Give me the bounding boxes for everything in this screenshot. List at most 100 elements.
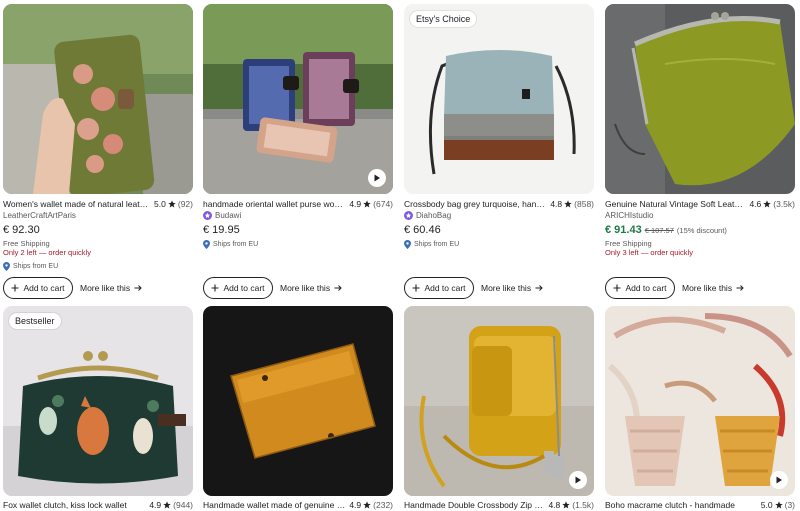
price-row: € 92.30 [3, 224, 40, 236]
rating: 4.9 (944) [149, 500, 193, 510]
listing-title-row: handmade oriental wallet purse women 4.9… [203, 197, 393, 210]
shop-name[interactable]: LeatherCraftArtParis [3, 211, 76, 220]
rating-value: 4.8 [548, 499, 561, 510]
shop-name[interactable]: DiahoBag [404, 211, 451, 220]
add-to-cart-label: Add to cart [424, 283, 466, 293]
arrow-right-icon [736, 285, 744, 291]
star-icon [774, 500, 783, 508]
free-shipping: Free Shipping [605, 239, 652, 248]
add-to-cart-button[interactable]: Add to cart [203, 277, 273, 299]
star-icon [363, 500, 371, 508]
rating-value: 4.9 [149, 499, 162, 510]
price: € 92.30 [3, 224, 40, 236]
listing-title[interactable]: Handmade Double Crossbody Zip Bag [404, 500, 544, 510]
listing-title[interactable]: Women's wallet made of natural leather [3, 199, 150, 209]
more-like-this-link[interactable]: More like this [481, 283, 543, 293]
rating: 4.8 (1.5k) [548, 500, 594, 510]
review-count: (858) [574, 198, 594, 209]
rating: 4.6 (3.5k) [749, 199, 795, 209]
shop-name[interactable]: ARICHIstudio [605, 211, 653, 220]
star-icon [163, 500, 171, 508]
add-to-cart-button[interactable]: Add to cart [404, 277, 474, 299]
shop-name-label[interactable]: LeatherCraftArtParis [3, 211, 76, 220]
listing-title-row: Women's wallet made of natural leather 5… [3, 197, 193, 210]
arrow-right-icon [334, 285, 342, 291]
rating-value: 4.8 [550, 198, 563, 209]
listing-image[interactable] [605, 4, 795, 194]
shop-name-label[interactable]: ARICHIstudio [605, 211, 653, 220]
review-count: (3) [784, 499, 795, 510]
star-icon [564, 199, 572, 207]
more-like-this-label: More like this [481, 283, 532, 293]
video-play-button[interactable] [770, 471, 788, 489]
etsys-choice-badge: Etsy's Choice [410, 11, 477, 27]
card-actions: Add to cart More like this [203, 277, 342, 299]
more-like-this-link[interactable]: More like this [80, 283, 142, 293]
card-actions: Add to cart More like this [605, 277, 744, 299]
location-pin-icon [404, 240, 411, 249]
listing-title-row: Crossbody bag grey turquoise, handmade 4… [404, 197, 594, 210]
listing-image[interactable] [404, 306, 594, 496]
low-stock-notice: Only 2 left — order quickly [3, 248, 91, 257]
add-to-cart-label: Add to cart [23, 283, 65, 293]
listing-title[interactable]: Genuine Natural Vintage Soft Leather [605, 199, 745, 209]
ships-from-label: Ships from EU [13, 263, 59, 270]
review-count: (92) [177, 198, 193, 209]
add-to-cart-button[interactable]: Add to cart [3, 277, 73, 299]
play-icon [374, 174, 380, 182]
shop-name[interactable]: Budawi [203, 211, 241, 220]
more-like-this-label: More like this [280, 283, 331, 293]
review-count: (944) [173, 499, 193, 510]
listing-image[interactable] [3, 4, 193, 194]
star-icon [562, 500, 570, 508]
plus-icon [412, 284, 420, 292]
star-icon [168, 199, 176, 207]
rating-value: 4.9 [349, 499, 362, 510]
listing-title[interactable]: Boho macrame clutch - handmade [605, 500, 757, 510]
listing-title-row: Handmade wallet made of genuine leather … [203, 498, 393, 511]
ships-from: Ships from EU [3, 262, 58, 271]
review-count: (3.5k) [773, 198, 795, 209]
location-pin-icon [203, 240, 210, 249]
video-play-button[interactable] [368, 169, 386, 187]
more-like-this-link[interactable]: More like this [280, 283, 342, 293]
rating: 4.9 (674) [349, 199, 393, 209]
star-icon [363, 199, 371, 207]
card-actions: Add to cart More like this [3, 277, 142, 299]
more-like-this-label: More like this [682, 283, 733, 293]
price-row: € 91.43 € 107.57 (15% discount) [605, 224, 727, 236]
listing-title[interactable]: handmade oriental wallet purse women [203, 199, 345, 209]
plus-icon [211, 284, 219, 292]
rating-value: 5.0 [760, 499, 773, 510]
video-play-button[interactable] [569, 471, 587, 489]
listing-title[interactable]: Fox wallet clutch, kiss lock wallet [3, 500, 145, 510]
listing-title[interactable]: Crossbody bag grey turquoise, handmade [404, 199, 546, 209]
low-stock-notice: Only 3 left — order quickly [605, 248, 693, 257]
listing-image[interactable] [203, 306, 393, 496]
location-pin-icon [3, 262, 10, 271]
ships-from-label: Ships from EU [414, 241, 460, 248]
listing-image[interactable]: Bestseller [3, 306, 193, 496]
play-icon [776, 476, 782, 484]
add-to-cart-button[interactable]: Add to cart [605, 277, 675, 299]
review-count: (232) [373, 499, 393, 510]
play-icon [575, 476, 581, 484]
listing-image[interactable] [203, 4, 393, 194]
shop-name-label[interactable]: Budawi [215, 211, 241, 220]
ships-from-label: Ships from EU [213, 241, 259, 248]
listing-image[interactable]: Etsy's Choice [404, 4, 594, 194]
listing-image[interactable] [605, 306, 795, 496]
bestseller-badge: Bestseller [9, 313, 61, 329]
plus-icon [11, 284, 19, 292]
price: € 19.95 [203, 224, 240, 236]
ships-from: Ships from EU [203, 240, 258, 249]
listing-title[interactable]: Handmade wallet made of genuine leather [203, 500, 345, 510]
listing-title-row: Fox wallet clutch, kiss lock wallet 4.9 … [3, 498, 193, 511]
shop-name-label[interactable]: DiahoBag [416, 211, 451, 220]
add-to-cart-label: Add to cart [625, 283, 667, 293]
add-to-cart-label: Add to cart [223, 283, 265, 293]
rating-value: 5.0 [154, 198, 166, 209]
more-like-this-label: More like this [80, 283, 131, 293]
more-like-this-link[interactable]: More like this [682, 283, 744, 293]
listing-title-row: Boho macrame clutch - handmade 5.0 (3) [605, 498, 795, 511]
